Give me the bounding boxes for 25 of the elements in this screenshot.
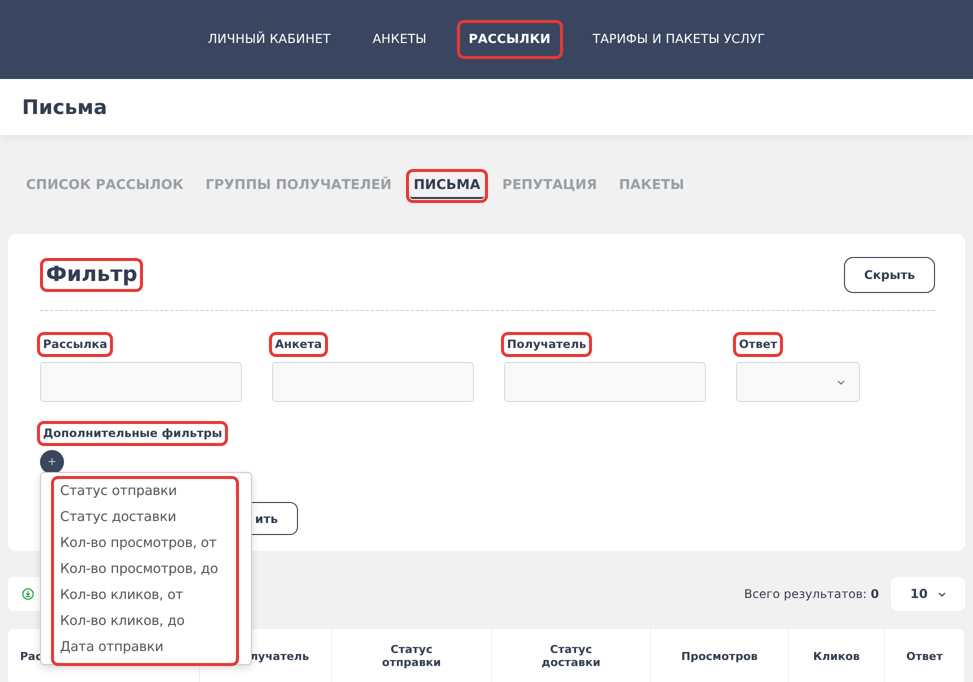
input-field[interactable] xyxy=(504,362,706,402)
chevron-down-icon xyxy=(938,592,946,596)
chevron-down-icon xyxy=(837,380,845,384)
nav-link[interactable]: АНКЕТЫ xyxy=(364,24,435,55)
dropdown-item[interactable]: Статус доставки xyxy=(60,506,235,532)
column-header: Статус доставки xyxy=(492,629,651,682)
page-title: Письма xyxy=(22,95,108,119)
select-field[interactable] xyxy=(736,362,860,402)
nav-link[interactable]: ТАРИФЫ И ПАКЕТЫ УСЛУГ xyxy=(584,24,774,55)
input-field[interactable] xyxy=(40,362,242,402)
dropdown-item[interactable]: Кол-во просмотров, от xyxy=(60,532,235,558)
input-field[interactable] xyxy=(272,362,474,402)
dropdown-item[interactable]: Статус отправки xyxy=(60,480,235,506)
column-header: Просмотров xyxy=(651,629,789,682)
results-count: Всего результатов: 0 xyxy=(744,586,879,603)
column-header: Статус отправки xyxy=(332,629,492,682)
dropdown-item[interactable]: Кол-во кликов, от xyxy=(60,584,235,610)
add-filter-button[interactable]: + xyxy=(40,450,64,474)
download-icon xyxy=(22,588,34,600)
column-header: Ответ xyxy=(885,629,965,682)
page-size-select[interactable]: 10 xyxy=(891,577,965,611)
nav-link[interactable]: ЛИЧНЫЙ КАБИНЕТ xyxy=(200,24,339,55)
hide-button[interactable]: Скрыть xyxy=(844,257,935,293)
column-header: Кликов xyxy=(789,629,885,682)
dropdown-item[interactable]: Кол-во просмотров, до xyxy=(60,558,235,584)
